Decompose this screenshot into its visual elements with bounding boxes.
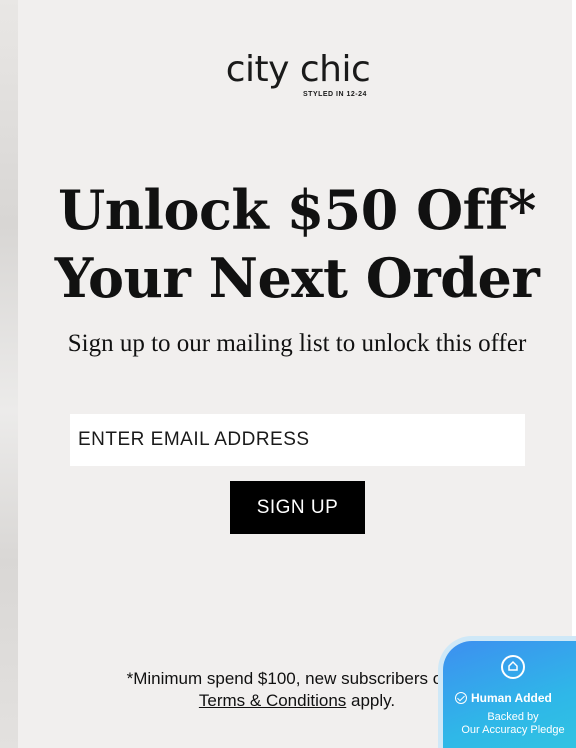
- badge-line-1: Backed by: [487, 711, 539, 723]
- footnote-suffix: apply.: [346, 691, 396, 710]
- badge-subtitle: Backed by Our Accuracy Pledge: [443, 711, 576, 737]
- badge-line-2: Our Accuracy Pledge: [461, 724, 565, 736]
- headline-line-2: Your Next Order: [54, 246, 540, 310]
- sign-up-button[interactable]: SIGN UP: [230, 481, 365, 534]
- background-image-edge: [0, 0, 18, 748]
- headline-line-1: Unlock $50 Off*: [58, 178, 536, 242]
- badge-title-row: Human Added: [455, 691, 552, 705]
- offer-subline: Sign up to our mailing list to unlock th…: [67, 330, 527, 357]
- terms-link[interactable]: Terms & Conditions: [199, 691, 346, 710]
- accuracy-badge[interactable]: Human Added Backed by Our Accuracy Pledg…: [438, 636, 576, 748]
- brand-tagline: STYLED IN 12-24: [303, 91, 367, 98]
- offer-headline: Unlock $50 Off* Your Next Order: [18, 176, 576, 312]
- check-circle-icon: [455, 692, 467, 704]
- email-field[interactable]: [70, 414, 525, 466]
- brand-name: city chic: [225, 49, 371, 90]
- badge-title: Human Added: [471, 691, 552, 705]
- home-icon: [501, 655, 525, 679]
- brand-logo: city chic STYLED IN 12-24: [0, 49, 576, 99]
